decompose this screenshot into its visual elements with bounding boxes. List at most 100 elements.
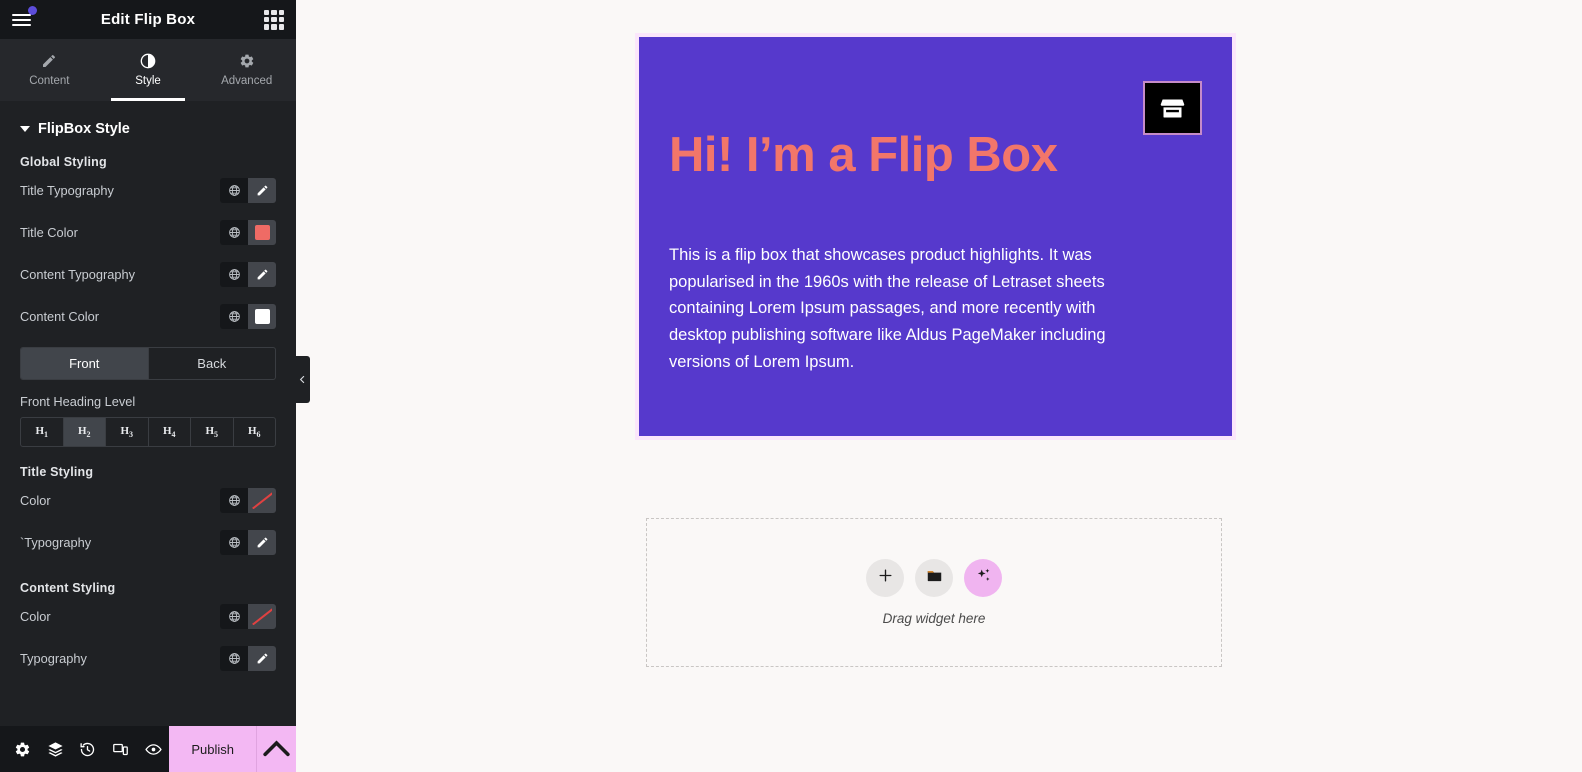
title-styling-heading: Title Styling bbox=[20, 465, 94, 480]
flipbox-front-face[interactable]: Hi! I’m a Flip Box This is a flip box th… bbox=[639, 37, 1232, 436]
globe-icon[interactable] bbox=[220, 177, 248, 203]
panel-footer: Publish bbox=[0, 726, 296, 772]
heading-level-h6[interactable]: H6 bbox=[232, 418, 276, 447]
panel-header: Edit Flip Box bbox=[0, 0, 296, 39]
dropzone-label: Drag widget here bbox=[882, 611, 986, 626]
editor-canvas: Hi! I’m a Flip Box This is a flip box th… bbox=[296, 0, 1582, 772]
globe-icon[interactable] bbox=[220, 261, 248, 287]
panel-body: FlipBox Style Global Styling Title Typog… bbox=[0, 101, 296, 726]
notification-dot bbox=[28, 5, 37, 15]
control-title-typography-override: `Typography bbox=[0, 521, 296, 563]
heading-level-h4[interactable]: H4 bbox=[147, 418, 191, 447]
tab-content[interactable]: Content bbox=[0, 39, 99, 101]
tab-advanced[interactable]: Advanced bbox=[197, 39, 296, 101]
widgets-grid-icon[interactable] bbox=[264, 9, 284, 30]
flipbox-body-text: This is a flip box that showcases produc… bbox=[669, 246, 1106, 371]
section-title-label: FlipBox Style bbox=[38, 121, 130, 137]
gear-icon[interactable] bbox=[6, 726, 39, 772]
control-content-typography-override: Typography bbox=[0, 637, 296, 679]
global-styling-heading: Global Styling bbox=[20, 155, 107, 169]
sparkles-icon bbox=[975, 567, 992, 589]
control-label: Content Typography bbox=[20, 266, 136, 282]
color-swatch-button[interactable] bbox=[248, 303, 276, 329]
elementor-editor: Edit Flip Box Content Style Advanced Fli… bbox=[0, 0, 1582, 772]
heading-level-h5[interactable]: H5 bbox=[190, 418, 233, 447]
tab-content-label: Content bbox=[29, 75, 70, 87]
globe-icon[interactable] bbox=[220, 487, 248, 513]
empty-color-swatch bbox=[252, 491, 272, 509]
pencil-icon[interactable] bbox=[248, 177, 276, 203]
publish-button[interactable]: Publish bbox=[169, 726, 256, 772]
globe-icon[interactable] bbox=[220, 303, 248, 329]
open-templates-button[interactable] bbox=[915, 559, 953, 597]
control-label: Content Color bbox=[20, 308, 99, 324]
control-label: Typography bbox=[20, 650, 87, 666]
flipbox-widget-selection[interactable]: Hi! I’m a Flip Box This is a flip box th… bbox=[635, 33, 1236, 440]
tab-style[interactable]: Style bbox=[99, 39, 198, 101]
front-back-toggle: Front Back bbox=[20, 347, 276, 380]
control-label: Color bbox=[20, 492, 51, 508]
control-buttons bbox=[220, 303, 276, 329]
preview-icon[interactable] bbox=[137, 726, 170, 772]
toggle-front[interactable]: Front bbox=[21, 348, 148, 379]
globe-icon[interactable] bbox=[220, 603, 248, 629]
color-swatch bbox=[254, 224, 270, 240]
panel-title: Edit Flip Box bbox=[100, 11, 196, 28]
gear-icon bbox=[239, 53, 255, 69]
heading-level-h2[interactable]: H2 bbox=[62, 418, 105, 447]
globe-icon[interactable] bbox=[220, 529, 248, 555]
widget-dropzone[interactable]: Drag widget here bbox=[646, 518, 1222, 667]
tab-advanced-label: Advanced bbox=[221, 75, 273, 87]
heading-level-h1[interactable]: H1 bbox=[21, 418, 63, 446]
heading-level-selector: H1 H2 H3 H4 H5 H6 bbox=[20, 417, 276, 448]
layers-icon[interactable] bbox=[39, 726, 72, 772]
control-buttons bbox=[220, 261, 276, 287]
color-swatch-button[interactable] bbox=[248, 219, 276, 245]
color-swatch-button[interactable] bbox=[248, 603, 276, 629]
control-buttons bbox=[220, 603, 276, 629]
content-styling-heading: Content Styling bbox=[20, 581, 116, 596]
control-buttons bbox=[220, 487, 276, 513]
control-title-color-override: Color bbox=[0, 479, 296, 521]
pencil-icon[interactable] bbox=[248, 645, 276, 671]
responsive-icon[interactable] bbox=[104, 726, 137, 772]
hamburger-menu-icon[interactable] bbox=[12, 5, 37, 32]
caret-down-icon bbox=[20, 126, 30, 132]
control-label: `Typography bbox=[20, 534, 92, 550]
dropzone-buttons bbox=[866, 559, 1002, 597]
control-buttons bbox=[220, 219, 276, 245]
control-label: Color bbox=[20, 608, 51, 624]
control-buttons bbox=[220, 529, 276, 555]
globe-icon[interactable] bbox=[220, 645, 248, 671]
empty-color-swatch bbox=[252, 607, 272, 625]
chevron-up-icon[interactable] bbox=[256, 726, 296, 772]
control-label: Title Color bbox=[20, 224, 78, 240]
globe-icon[interactable] bbox=[220, 219, 248, 245]
color-swatch bbox=[254, 308, 270, 324]
flipbox-style-section-header[interactable]: FlipBox Style bbox=[0, 117, 296, 137]
tab-style-label: Style bbox=[135, 75, 161, 87]
plus-icon bbox=[877, 567, 894, 589]
pencil-icon bbox=[41, 53, 57, 69]
color-swatch-button[interactable] bbox=[248, 487, 276, 513]
panel-collapse-handle[interactable] bbox=[295, 356, 310, 403]
flipbox-title: Hi! I’m a Flip Box bbox=[669, 128, 1058, 182]
front-heading-level-label: Front Heading Level bbox=[20, 394, 136, 409]
ai-builder-button[interactable] bbox=[964, 559, 1002, 597]
control-label: Title Typography bbox=[20, 182, 114, 198]
half-circle-icon bbox=[140, 53, 156, 69]
folder-icon bbox=[926, 567, 943, 589]
control-buttons bbox=[220, 645, 276, 671]
control-content-color: Content Color bbox=[0, 295, 296, 337]
history-icon[interactable] bbox=[71, 726, 104, 772]
control-title-color: Title Color bbox=[0, 211, 296, 253]
add-widget-button[interactable] bbox=[866, 559, 904, 597]
control-content-typography: Content Typography bbox=[0, 253, 296, 295]
editor-panel: Edit Flip Box Content Style Advanced Fli… bbox=[0, 0, 310, 772]
heading-level-h3[interactable]: H3 bbox=[105, 418, 148, 447]
pencil-icon[interactable] bbox=[248, 261, 276, 287]
toggle-back[interactable]: Back bbox=[147, 348, 276, 379]
pencil-icon[interactable] bbox=[248, 529, 276, 555]
control-title-typography: Title Typography bbox=[0, 169, 296, 211]
storefront-icon bbox=[1143, 81, 1202, 135]
